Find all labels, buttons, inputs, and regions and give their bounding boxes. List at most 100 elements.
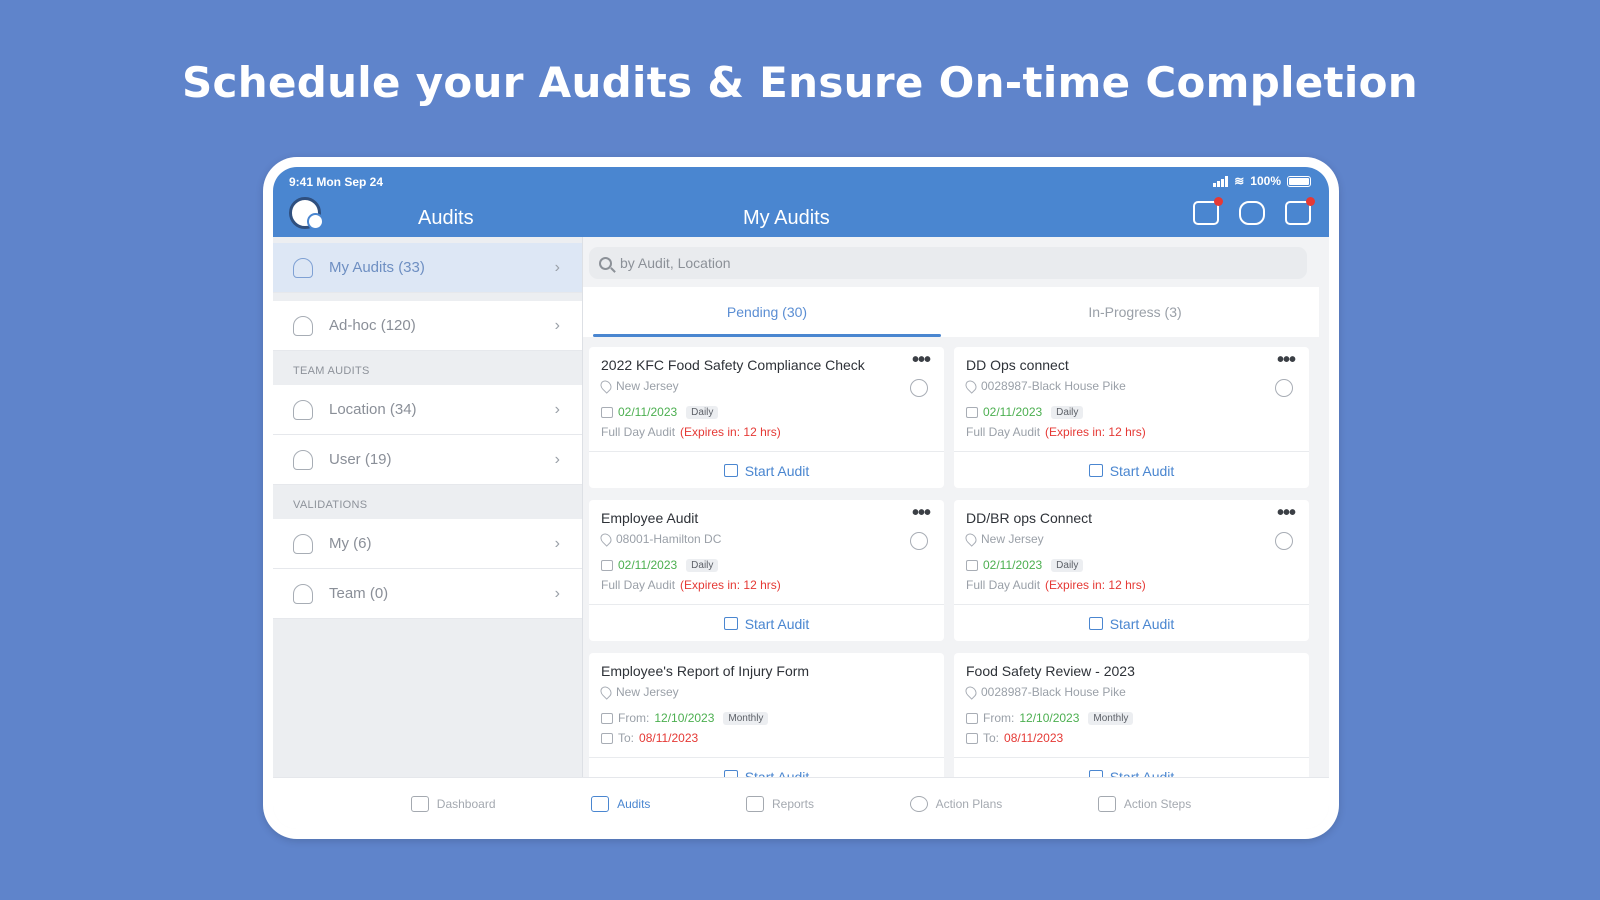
sidebar-item-team-validations[interactable]: Team (0) › <box>273 569 582 619</box>
audit-date: 02/11/2023 Daily <box>601 558 719 572</box>
copy-icon[interactable] <box>910 379 928 397</box>
sidebar-item-my-validations[interactable]: My (6) › <box>273 519 582 569</box>
sidebar-item-label: Ad-hoc (120) <box>329 317 416 334</box>
location-pin-icon <box>963 531 979 547</box>
chevron-right-icon: › <box>554 535 560 552</box>
copy-icon[interactable] <box>1275 532 1293 550</box>
sidebar-item-location[interactable]: Location (34) › <box>273 385 582 435</box>
audit-title: DD Ops connect <box>966 357 1069 373</box>
audit-card[interactable]: DD/BR ops Connect ••• New Jersey 02/11/2… <box>954 500 1309 641</box>
section-validations: VALIDATIONS <box>293 499 368 511</box>
audit-cards: 2022 KFC Food Safety Compliance Check ••… <box>589 347 1309 777</box>
sidebar-item-label: Team (0) <box>329 585 389 602</box>
frequency-badge: Monthly <box>723 711 769 725</box>
frequency-badge: Daily <box>1051 558 1084 572</box>
nav-action-steps[interactable]: Action Steps <box>1097 795 1191 812</box>
copy-icon[interactable] <box>1275 379 1293 397</box>
avatar[interactable] <box>289 197 324 230</box>
start-audit-icon <box>723 464 738 477</box>
frequency-badge: Daily <box>686 405 719 419</box>
chevron-right-icon: › <box>554 585 560 602</box>
more-options-icon[interactable]: ••• <box>1277 502 1296 525</box>
frequency-badge: Monthly <box>1088 711 1134 725</box>
chevron-right-icon: › <box>554 451 560 468</box>
audit-to-date: To: 08/11/2023 <box>601 731 698 745</box>
status-time: 9:41 Mon Sep 24 <box>289 175 384 189</box>
tab-in-progress[interactable]: In-Progress (3) <box>951 287 1319 337</box>
sidebar: My Audits (33) › Ad-hoc (120) › TEAM AUD… <box>273 237 583 777</box>
action-plans-icon <box>909 795 928 812</box>
copy-icon[interactable] <box>910 532 928 550</box>
sidebar-item-ad-hoc[interactable]: Ad-hoc (120) › <box>273 301 582 351</box>
audits-icon <box>591 795 610 812</box>
app-screen: 9:41 Mon Sep 24 ≋ 100% Audits My Audits … <box>273 167 1329 829</box>
audit-expiry: Full Day Audit (Expires in: 12 hrs) <box>966 425 1146 439</box>
more-options-icon[interactable]: ••• <box>912 502 931 525</box>
sidebar-item-my-audits[interactable]: My Audits (33) › <box>273 243 582 293</box>
wifi-icon: ≋ <box>1234 174 1245 188</box>
audit-date: 02/11/2023 Daily <box>601 405 719 419</box>
start-audit-button[interactable]: Start Audit <box>589 759 944 777</box>
audit-location: New Jersey <box>598 684 679 700</box>
audit-card[interactable]: 2022 KFC Food Safety Compliance Check ••… <box>589 347 944 488</box>
tab-pending[interactable]: Pending (30) <box>583 287 951 337</box>
audit-expiry: Full Day Audit (Expires in: 12 hrs) <box>601 578 781 592</box>
calendar-icon <box>966 406 978 418</box>
audit-title: 2022 KFC Food Safety Compliance Check <box>601 357 865 373</box>
start-audit-button[interactable]: Start Audit <box>589 453 944 488</box>
sidebar-item-label: My Audits (33) <box>329 259 425 276</box>
search-input[interactable]: by Audit, Location <box>589 247 1307 279</box>
audit-location: 0028987-Black House Pike <box>963 378 1126 394</box>
more-options-icon[interactable]: ••• <box>912 349 931 372</box>
user-icon <box>293 533 313 554</box>
sidebar-item-label: Location (34) <box>329 401 417 418</box>
nav-dashboard[interactable]: Dashboard <box>410 795 496 812</box>
calendar-notification-icon[interactable] <box>1285 197 1315 225</box>
audit-title: Employee's Report of Injury Form <box>601 663 810 679</box>
audit-card[interactable]: DD Ops connect ••• 0028987-Black House P… <box>954 347 1309 488</box>
main-content: by Audit, Location Pending (30) In-Progr… <box>583 237 1319 777</box>
start-audit-button[interactable]: Start Audit <box>954 606 1309 641</box>
frequency-badge: Daily <box>1051 405 1084 419</box>
audit-title: Food Safety Review - 2023 <box>966 663 1135 679</box>
audit-card[interactable]: Food Safety Review - 2023 0028987-Black … <box>954 653 1309 777</box>
audit-location: 0028987-Black House Pike <box>963 684 1126 700</box>
audit-location: New Jersey <box>598 378 679 394</box>
start-audit-button[interactable]: Start Audit <box>954 453 1309 488</box>
chat-icon[interactable] <box>1239 201 1265 225</box>
user-icon <box>293 257 313 278</box>
start-audit-icon <box>723 770 738 777</box>
location-pin-icon <box>598 684 614 700</box>
start-audit-button[interactable]: Start Audit <box>954 759 1309 777</box>
start-audit-icon <box>723 617 738 630</box>
calendar-icon <box>966 559 978 571</box>
chevron-right-icon: › <box>554 259 560 276</box>
dashboard-icon <box>410 795 429 812</box>
frequency-badge: Daily <box>686 558 719 572</box>
header-actions <box>1193 197 1315 225</box>
page-title: My Audits <box>743 207 830 229</box>
start-audit-button[interactable]: Start Audit <box>589 606 944 641</box>
status-indicators: ≋ 100% <box>1213 174 1311 188</box>
start-audit-icon <box>1088 617 1103 630</box>
calendar-icon <box>601 712 613 724</box>
location-pin-icon <box>963 378 979 394</box>
audit-card[interactable]: Employee Audit ••• 08001-Hamilton DC 02/… <box>589 500 944 641</box>
audit-from-date: From: 12/10/2023 Monthly <box>966 711 1134 725</box>
nav-audits[interactable]: Audits <box>591 795 650 812</box>
users-icon <box>293 449 313 470</box>
more-options-icon[interactable]: ••• <box>1277 349 1296 372</box>
audit-notification-icon[interactable] <box>1193 197 1223 225</box>
nav-action-plans[interactable]: Action Plans <box>909 795 1002 812</box>
users-icon <box>293 583 313 604</box>
audit-card[interactable]: Employee's Report of Injury Form New Jer… <box>589 653 944 777</box>
sidebar-item-user[interactable]: User (19) › <box>273 435 582 485</box>
user-icon <box>293 315 313 336</box>
battery-icon <box>1287 175 1311 187</box>
calendar-icon <box>966 732 978 744</box>
search-icon <box>599 256 612 270</box>
nav-reports[interactable]: Reports <box>745 795 814 812</box>
signal-icon <box>1213 175 1229 187</box>
calendar-icon <box>601 559 613 571</box>
sidebar-item-label: My (6) <box>329 535 372 552</box>
